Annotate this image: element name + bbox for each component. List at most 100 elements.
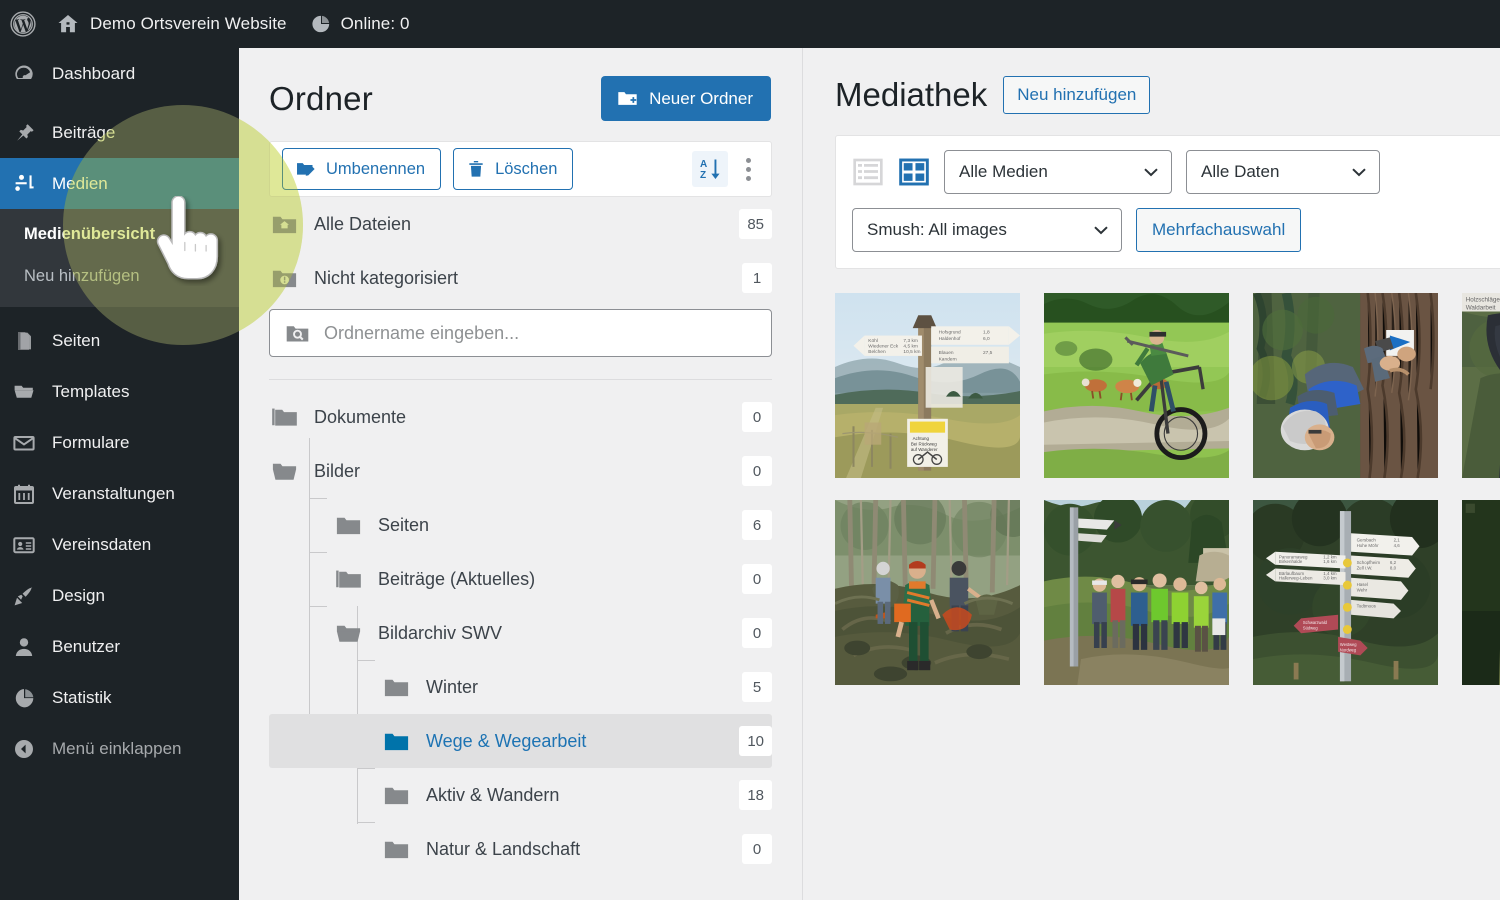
- smush-filter[interactable]: Smush: All images: [852, 208, 1122, 252]
- sidebar-item-label: Templates: [52, 381, 130, 401]
- svg-text:Gersbach: Gersbach: [1357, 538, 1377, 543]
- sidebar-item-statistik[interactable]: Statistik: [0, 672, 239, 723]
- folder-row-dokumente[interactable]: Dokumente 0: [269, 390, 772, 444]
- user-icon: [12, 635, 44, 659]
- site-name-menu[interactable]: Demo Ortsverein Website: [46, 0, 297, 48]
- folder-label: Seiten: [378, 514, 430, 535]
- folder-stack-icon: [333, 564, 363, 594]
- media-grid: Köhl Wiedener Eck Belchen 7,3 km 4,5 km 10,5…: [835, 293, 1500, 685]
- svg-text:A: A: [700, 159, 707, 170]
- svg-text:Schwarzwald: Schwarzwald: [1303, 620, 1327, 625]
- folder-row-wege-wegearbeit[interactable]: Wege & Wegearbeit 10: [269, 714, 772, 768]
- media-thumbnail[interactable]: Köhl Wiedener Eck Belchen 7,3 km 4,5 km 10,5…: [835, 293, 1020, 478]
- folder-search-input[interactable]: [324, 322, 757, 344]
- media-thumbnail[interactable]: [1253, 293, 1438, 478]
- sidebar-item-seiten[interactable]: Seiten: [0, 315, 239, 366]
- collapse-menu-button[interactable]: Menü einklappen: [0, 723, 239, 774]
- folder-row-bilder[interactable]: Bilder 0: [269, 444, 772, 498]
- svg-text:Blauen: Blauen: [939, 350, 954, 356]
- sidebar-item-templates[interactable]: Templates: [0, 366, 239, 417]
- folder-label: Aktiv & Wandern: [426, 784, 560, 805]
- folder-row-winter[interactable]: Winter 5: [269, 660, 772, 714]
- submenu-item-neu-hinzufuegen[interactable]: Neu hinzufügen: [0, 255, 239, 297]
- folder-search-box[interactable]: [269, 309, 772, 357]
- svg-text:Kandern: Kandern: [939, 357, 957, 363]
- svg-text:Hallerweg-Leben: Hallerweg-Leben: [1279, 576, 1313, 581]
- delete-folder-button[interactable]: Löschen: [453, 148, 574, 190]
- rename-folder-button[interactable]: Umbenennen: [282, 148, 442, 190]
- grid-view-icon[interactable]: [898, 156, 930, 188]
- folders-title: Ordner: [269, 79, 373, 117]
- media-thumbnail[interactable]: [1044, 293, 1229, 478]
- sort-az-button[interactable]: A Z: [692, 151, 728, 187]
- media-date-filter[interactable]: Alle Daten: [1186, 150, 1380, 194]
- folder-icon: [381, 726, 411, 756]
- sidebar-item-medien[interactable]: Medien: [0, 158, 239, 209]
- svg-text:auf Wanderer: auf Wanderer: [911, 447, 938, 452]
- sidebar-item-beitraege[interactable]: Beiträge: [0, 107, 239, 158]
- sidebar-item-label: Dashboard: [52, 63, 136, 83]
- new-folder-button[interactable]: Neuer Ordner: [601, 76, 771, 121]
- media-type-filter[interactable]: Alle Medien: [944, 150, 1172, 194]
- media-thumbnail[interactable]: [1044, 500, 1229, 685]
- folder-row-seiten[interactable]: Seiten 6: [269, 498, 772, 552]
- svg-text:6,0: 6,0: [983, 336, 990, 342]
- folder-label: Wege & Wegearbeit: [426, 730, 587, 751]
- submenu-item-medienuebersicht[interactable]: Medienübersicht: [0, 213, 239, 255]
- folder-row-natur-landschaft[interactable]: Natur & Landschaft 0: [269, 822, 772, 876]
- svg-text:Holzschläge: Holzschläge: [1466, 296, 1500, 303]
- media-thumbnail[interactable]: [1462, 500, 1500, 685]
- id-card-icon: [12, 533, 44, 557]
- sidebar-item-veranstaltungen[interactable]: Veranstaltungen: [0, 468, 239, 519]
- multiselect-button[interactable]: Mehrfachauswahl: [1136, 208, 1302, 252]
- list-view-icon[interactable]: [852, 156, 884, 188]
- media-thumbnail[interactable]: [835, 500, 1020, 685]
- pages-icon: [12, 329, 44, 353]
- pie-chart-icon: [312, 15, 329, 33]
- wordpress-logo-button[interactable]: [0, 0, 46, 48]
- dashboard-icon: [12, 62, 44, 86]
- folder-label: Beiträge (Aktuelles): [378, 568, 536, 589]
- svg-text:4,5 km: 4,5 km: [903, 344, 917, 350]
- site-title: Demo Ortsverein Website: [90, 14, 287, 33]
- home-icon: [58, 15, 78, 33]
- svg-text:Todtmoos: Todtmoos: [1357, 603, 1377, 608]
- folder-home-icon: [269, 209, 299, 239]
- folder-count: 6: [742, 510, 772, 540]
- chevron-down-icon: [1144, 168, 1158, 177]
- media-thumbnail[interactable]: Holzschläge Waldarbeit: [1462, 293, 1500, 478]
- svg-text:Köhl: Köhl: [868, 338, 878, 344]
- svg-text:Westweg: Westweg: [1340, 642, 1357, 647]
- online-count-label: Online: 0: [340, 14, 410, 33]
- folder-count: 1: [742, 263, 772, 293]
- folder-icon: [381, 834, 411, 864]
- folder-label: Alle Dateien: [314, 213, 412, 234]
- folder-row-nicht-kategorisiert[interactable]: Nicht kategorisiert 1: [269, 251, 772, 305]
- add-new-media-button[interactable]: Neu hinzufügen: [1003, 76, 1151, 114]
- media-thumbnail[interactable]: Panoramaweg Birkenhalde Bärlaufbaum Haller…: [1253, 500, 1438, 685]
- sidebar-item-design[interactable]: Design: [0, 570, 239, 621]
- folder-row-bildarchiv-swv[interactable]: Bildarchiv SWV 0: [269, 606, 772, 660]
- forest-work-image: [835, 500, 1020, 685]
- svg-text:Südweg: Südweg: [1303, 626, 1318, 631]
- svg-text:8,0: 8,0: [1390, 565, 1397, 570]
- media-toolbar: Alle Medien Alle Daten Smush: All images…: [835, 135, 1500, 269]
- sidebar-item-vereinsdaten[interactable]: Vereinsdaten: [0, 519, 239, 570]
- folders-header: Ordner Neuer Ordner: [239, 48, 802, 121]
- folder-row-alle-dateien[interactable]: Alle Dateien 85: [269, 197, 772, 251]
- chevron-down-icon: [1094, 226, 1108, 235]
- submenu-label: Medienübersicht: [24, 224, 156, 243]
- folder-row-beitraege-aktuelles[interactable]: Beiträge (Aktuelles) 0: [269, 552, 772, 606]
- signpost-meadow-image: KöhlWiedener EckBelchen 7,3 km4,5 km10,5…: [835, 293, 1020, 478]
- folder-row-aktiv-wandern[interactable]: Aktiv & Wandern 18: [269, 768, 772, 822]
- sidebar-item-formulare[interactable]: Formulare: [0, 417, 239, 468]
- sidebar-item-benutzer[interactable]: Benutzer: [0, 621, 239, 672]
- more-options-button[interactable]: [740, 157, 759, 181]
- sidebar-item-dashboard[interactable]: Dashboard: [0, 48, 239, 99]
- svg-text:Achtung: Achtung: [913, 436, 930, 441]
- person-forest-image: Holzschläge Waldarbeit: [1462, 293, 1500, 478]
- collapse-label: Menü einklappen: [52, 738, 182, 758]
- folder-count: 0: [742, 618, 772, 648]
- online-counter-menu[interactable]: Online: 0: [301, 0, 420, 48]
- signpost-forest-image: PanoramawegBirkenhalde BärlaufbaumHaller…: [1253, 500, 1438, 685]
